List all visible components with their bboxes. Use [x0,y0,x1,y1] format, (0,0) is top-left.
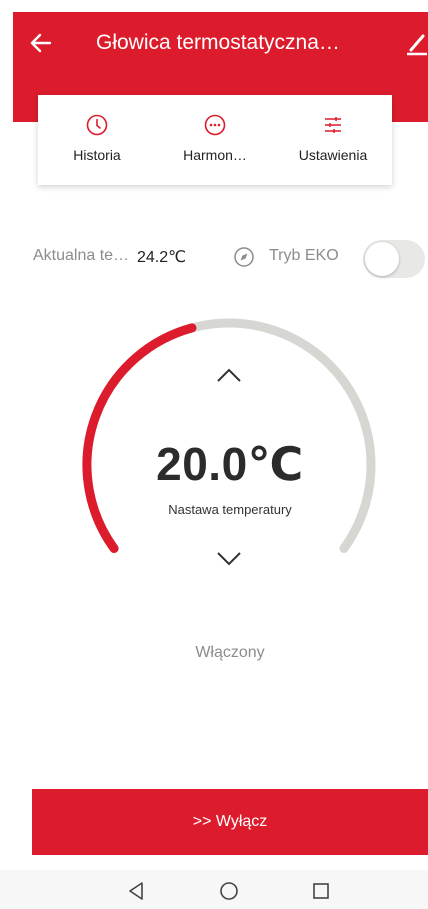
decrease-temp-button[interactable] [209,544,249,574]
clock-icon [85,113,109,137]
temperature-dial: 20.0℃ Nastawa temperatury [0,300,428,630]
toggle-knob [365,242,399,276]
sliders-icon [321,113,345,137]
tab-schedule[interactable]: Harmon… [156,95,274,185]
setpoint-value: 20.0℃ [156,438,304,490]
current-temp-value: 24.2℃ [137,249,187,266]
system-nav-bar [0,870,428,909]
increase-temp-button[interactable] [209,360,249,390]
pencil-icon [407,34,427,56]
nav-home-button[interactable] [216,878,242,904]
eko-mode-toggle[interactable] [363,240,425,278]
edit-button[interactable] [403,28,428,58]
tab-settings-label: Ustawienia [298,147,368,163]
arrow-left-icon [30,33,52,53]
device-status: Włączony [195,644,265,661]
chevron-down-icon [217,552,241,566]
square-recents-icon [313,883,329,899]
nav-recents-button[interactable] [308,878,334,904]
setpoint-label: Nastawa temperatury [168,502,292,517]
back-button[interactable] [26,28,56,58]
tab-schedule-label: Harmon… [183,147,247,163]
tab-history[interactable]: Historia [38,95,156,185]
triangle-back-icon [129,882,143,900]
eko-mode-label: Tryb EKO [269,247,339,264]
nav-back-button[interactable] [123,878,149,904]
chevron-up-icon [217,368,241,382]
turn-off-button[interactable]: >> Wyłącz [32,789,428,855]
page-title: Głowica termostatyczna… [96,31,340,54]
tab-settings[interactable]: Ustawienia [274,95,392,185]
more-circle-icon [203,113,227,137]
circle-home-icon [220,882,238,900]
current-temp-label: Aktualna te… [33,247,130,264]
tab-history-label: Historia [73,147,121,163]
compass-icon [233,246,255,268]
info-row: Aktualna te… 24.2℃ Tryb EKO [33,240,428,278]
tab-card: Historia Harmon… Ustawienia [38,95,392,185]
